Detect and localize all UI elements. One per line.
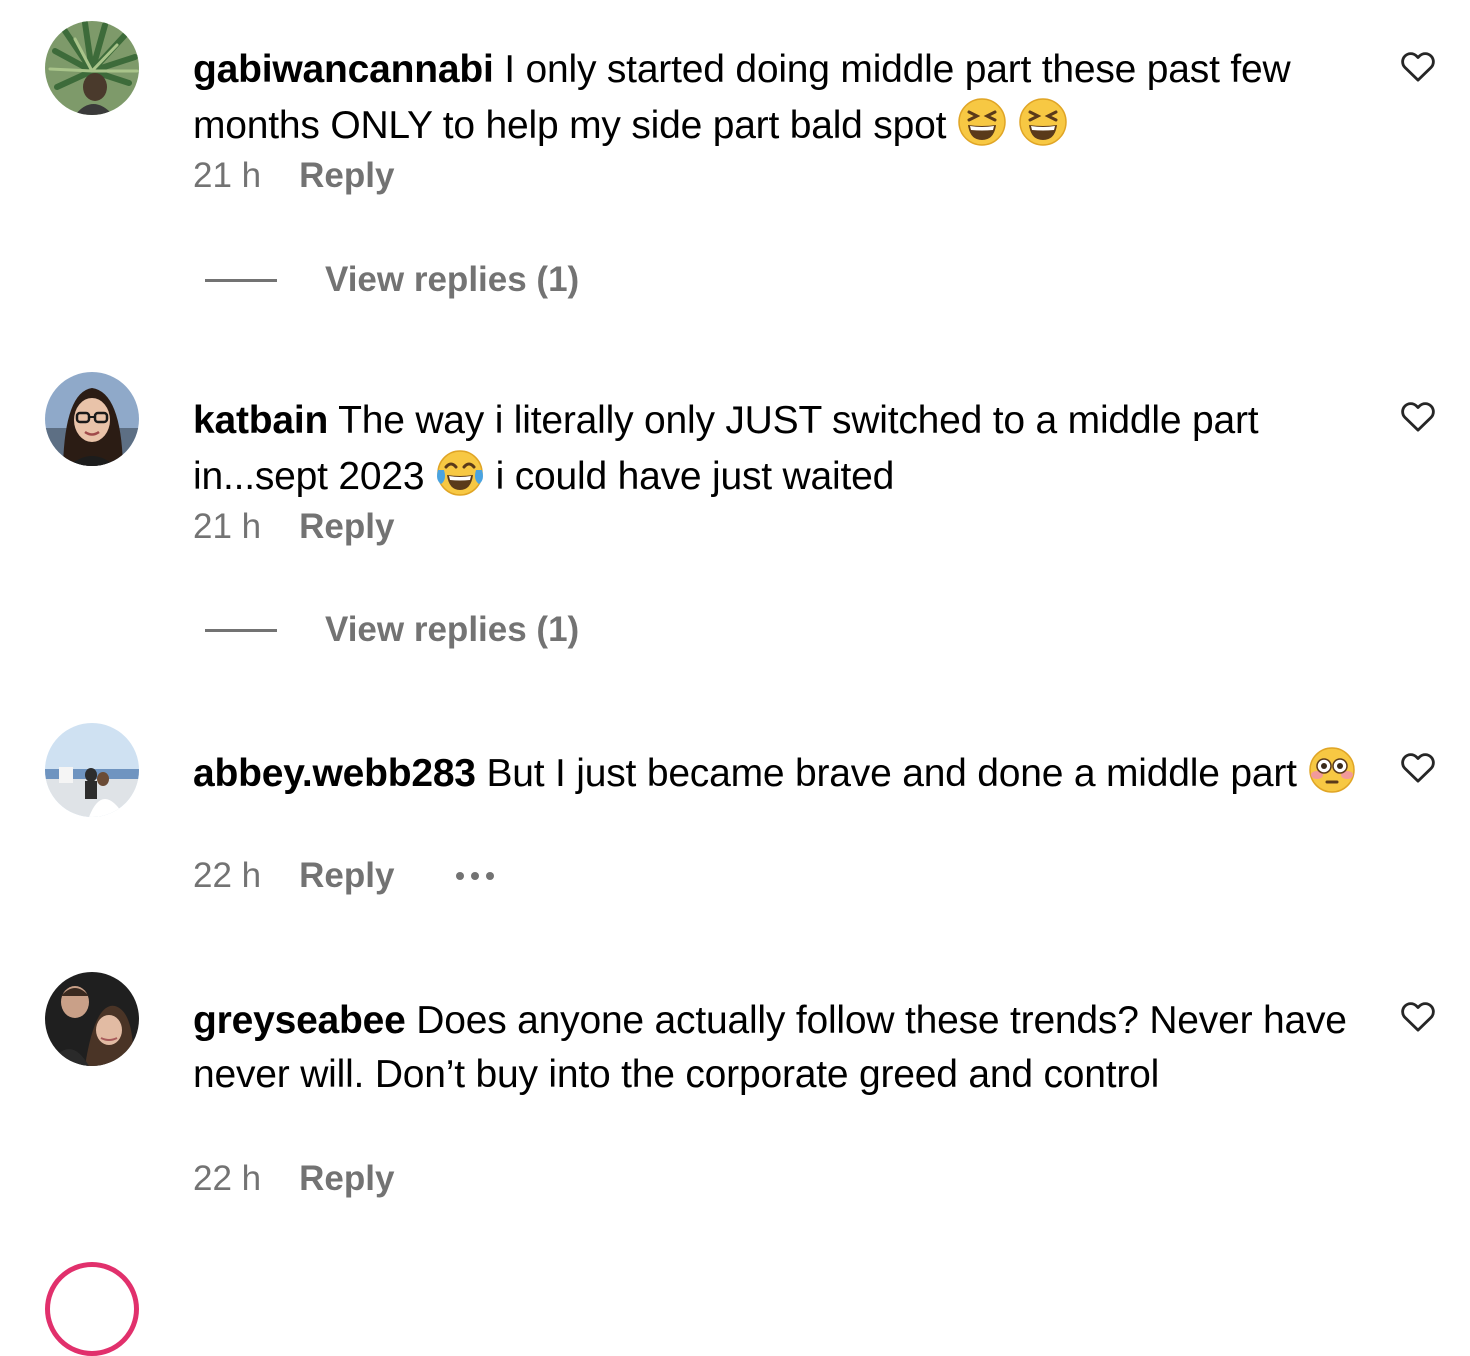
- avatar[interactable]: [45, 372, 139, 466]
- comment-timestamp: 22 h: [193, 856, 262, 895]
- view-replies-button[interactable]: View replies (1): [205, 608, 579, 652]
- avatar[interactable]: [45, 21, 139, 115]
- divider-line: [205, 628, 277, 632]
- comment-username[interactable]: abbey.webb283: [193, 752, 476, 795]
- comment-body: i could have just waited: [495, 455, 895, 498]
- avatar[interactable]: [45, 723, 139, 817]
- view-replies-button[interactable]: View replies (1): [205, 258, 579, 302]
- flushed-face-emoji: [1307, 745, 1357, 795]
- comment-meta: 22 h Reply: [193, 1157, 394, 1201]
- view-replies-label: View replies (1): [325, 610, 580, 649]
- divider-line: [205, 278, 277, 282]
- reply-button[interactable]: Reply: [299, 854, 394, 898]
- comment-text: katbain The way i literally only JUST sw…: [193, 394, 1358, 504]
- comment-username[interactable]: gabiwancannabi: [193, 48, 494, 91]
- view-replies-label: View replies (1): [325, 260, 580, 299]
- comment-text: gabiwancannabi I only started doing midd…: [193, 43, 1358, 153]
- comment-meta: 22 h Reply: [193, 854, 495, 898]
- comment-body: But I just became brave and done a middl…: [486, 752, 1297, 795]
- comment-text: greyseabee Does anyone actually follow t…: [193, 994, 1358, 1102]
- comment-username[interactable]: greyseabee: [193, 999, 406, 1042]
- comment-timestamp: 21 h: [193, 156, 262, 195]
- heart-outline-icon[interactable]: [1398, 996, 1438, 1036]
- heart-outline-icon[interactable]: [1398, 46, 1438, 86]
- comment-username[interactable]: katbain: [193, 399, 328, 442]
- comment-text: abbey.webb283 But I just became brave an…: [193, 745, 1358, 801]
- heart-outline-icon[interactable]: [1398, 396, 1438, 436]
- avatar[interactable]: [45, 972, 139, 1066]
- comment-timestamp: 21 h: [193, 507, 262, 546]
- avatar[interactable]: [45, 1262, 139, 1356]
- reply-button[interactable]: Reply: [299, 154, 394, 198]
- heart-outline-icon[interactable]: [1398, 747, 1438, 787]
- reply-button[interactable]: Reply: [299, 505, 394, 549]
- comment-meta: 21 h Reply: [193, 154, 394, 198]
- reply-button[interactable]: Reply: [299, 1157, 394, 1201]
- grinning-squinting-face-emoji: [1018, 97, 1068, 147]
- more-options-icon[interactable]: [456, 872, 495, 880]
- grinning-squinting-face-emoji: [957, 97, 1007, 147]
- comment-timestamp: 22 h: [193, 1159, 262, 1198]
- comment-meta: 21 h Reply: [193, 505, 394, 549]
- tears-of-joy-emoji: [435, 448, 485, 498]
